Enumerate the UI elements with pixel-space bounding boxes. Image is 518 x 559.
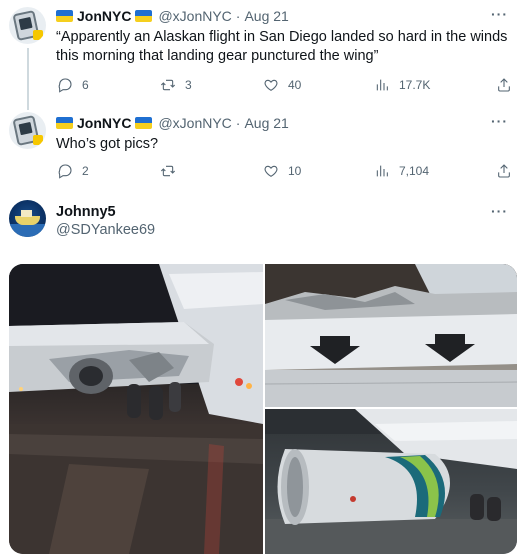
avatar[interactable] xyxy=(9,7,46,44)
reply-count: 2 xyxy=(82,164,89,178)
views-count: 17.7K xyxy=(399,78,431,92)
reply-count: 6 xyxy=(82,78,89,92)
reply-icon xyxy=(58,78,72,93)
badge-icon xyxy=(33,30,43,40)
photo-engine-nacelle[interactable] xyxy=(265,409,517,554)
tweet-date[interactable]: Aug 21 xyxy=(244,8,288,24)
author-name[interactable]: JonNYC xyxy=(77,8,131,24)
views-button[interactable]: 17.7K xyxy=(374,77,430,93)
share-button[interactable] xyxy=(496,163,512,179)
tweet-actions: 2 10 7,104 xyxy=(0,163,518,183)
boat-cabin xyxy=(21,210,32,217)
tweet-actions: 6 3 40 17.7K xyxy=(0,77,518,97)
views-count: 7,104 xyxy=(399,164,430,178)
reply-icon xyxy=(58,164,72,179)
avatar[interactable] xyxy=(9,112,46,149)
wing-panel-illustration xyxy=(265,264,517,407)
bar-chart-icon xyxy=(376,165,388,177)
views-button[interactable]: 7,104 xyxy=(374,163,429,179)
author-name[interactable]: Johnny5 xyxy=(56,204,116,220)
author-handle[interactable]: @xJonNYC xyxy=(158,115,231,131)
wing-photo-illustration xyxy=(9,264,263,554)
ukraine-flag-icon xyxy=(56,10,73,22)
tweet-2[interactable]: JonNYC @xJonNYC · Aug 21 ··· Who’s got p… xyxy=(0,104,518,192)
repost-button[interactable] xyxy=(160,163,185,179)
author-name[interactable]: JonNYC xyxy=(77,115,131,131)
heart-icon xyxy=(264,165,278,177)
repost-icon xyxy=(160,165,176,177)
like-button[interactable]: 10 xyxy=(263,163,301,179)
bar-chart-icon xyxy=(376,79,388,91)
reply-button[interactable]: 6 xyxy=(57,77,89,93)
ukraine-flag-icon xyxy=(56,117,73,129)
ukraine-flag-icon xyxy=(135,117,153,129)
like-count: 40 xyxy=(288,78,302,92)
reply-button[interactable]: 2 xyxy=(57,163,89,179)
repost-count: 3 xyxy=(185,78,192,92)
more-options-icon[interactable]: ··· xyxy=(491,113,508,129)
badge-icon xyxy=(33,135,43,145)
media-grid xyxy=(9,264,517,554)
ukraine-flag-icon xyxy=(135,10,153,22)
photo-wing-panel-closeup[interactable] xyxy=(265,264,517,407)
more-options-icon[interactable]: ··· xyxy=(491,6,508,22)
tweet-header: JonNYC @xJonNYC · Aug 21 xyxy=(56,115,289,131)
like-button[interactable]: 40 xyxy=(263,77,301,93)
avatar[interactable] xyxy=(9,200,46,237)
tweet-1[interactable]: JonNYC @xJonNYC · Aug 21 ··· “Apparently… xyxy=(0,0,518,110)
share-icon xyxy=(498,78,510,92)
share-button[interactable] xyxy=(496,77,512,93)
tweet-date[interactable]: Aug 21 xyxy=(244,115,288,131)
author-handle[interactable]: @xJonNYC xyxy=(158,8,231,24)
boat-icon xyxy=(15,216,40,225)
repost-icon xyxy=(160,79,176,91)
tweet-header: JonNYC @xJonNYC · Aug 21 xyxy=(56,8,289,24)
photo-wing-damage-night[interactable] xyxy=(9,264,263,554)
tweet-text: “Apparently an Alaskan flight in San Die… xyxy=(56,29,508,64)
separator-dot: · xyxy=(235,115,241,131)
author-handle[interactable]: @SDYankee69 xyxy=(56,222,155,238)
avatar-water xyxy=(9,224,46,237)
separator-dot: · xyxy=(235,8,241,24)
like-count: 10 xyxy=(288,164,302,178)
more-options-icon[interactable]: ··· xyxy=(491,203,508,219)
repost-button[interactable]: 3 xyxy=(160,77,192,93)
tweet-text: Who’s got pics? xyxy=(56,136,159,152)
heart-icon xyxy=(264,79,278,91)
share-icon xyxy=(498,164,510,178)
engine-illustration xyxy=(265,409,517,554)
